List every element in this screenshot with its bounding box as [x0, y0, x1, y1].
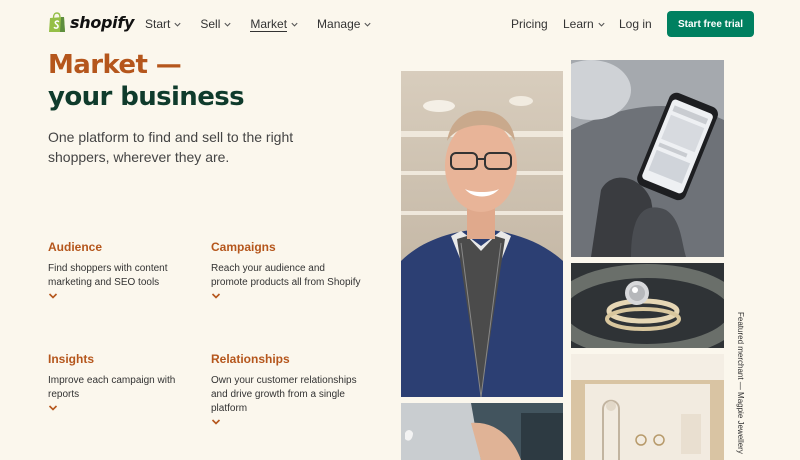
- chevron-down-icon: [224, 22, 231, 27]
- chevron-down-icon: [598, 22, 605, 27]
- chevron-down-icon[interactable]: [211, 292, 221, 300]
- nav-market[interactable]: Market: [250, 16, 299, 32]
- nav-login[interactable]: Log in: [619, 16, 652, 32]
- chevron-down-icon[interactable]: [48, 404, 58, 412]
- nav-start-label: Start: [145, 17, 171, 31]
- feature-insights: Insights Improve each campaign with repo…: [48, 352, 198, 412]
- featured-merchant-caption: Featured merchant — Magpie Jewellery: [735, 312, 745, 460]
- feature-campaigns: Campaigns Reach your audience and promot…: [211, 240, 361, 300]
- nav-learn[interactable]: Learn: [563, 16, 606, 32]
- chevron-down-icon[interactable]: [211, 418, 221, 426]
- feature-title: Insights: [48, 352, 95, 366]
- feature-relationships: Relationships Own your customer relation…: [211, 352, 361, 426]
- chevron-down-icon: [291, 22, 298, 27]
- chevron-down-icon: [364, 22, 372, 27]
- nav-start[interactable]: Start: [145, 16, 182, 32]
- hero-subtitle: One platform to find and sell to the rig…: [48, 129, 294, 165]
- title-line-1: Market —: [48, 50, 182, 80]
- feature-text: Find shoppers with content marketing and…: [48, 263, 168, 288]
- feature-title: Audience: [48, 240, 103, 254]
- chevron-down-icon: [174, 22, 181, 27]
- nav-pricing[interactable]: Pricing: [511, 16, 548, 32]
- nav-login-label: Log in: [619, 17, 652, 31]
- feature-text: Improve each campaign with reports: [48, 375, 176, 400]
- caption-text: Featured merchant — Magpie Jewellery: [736, 312, 745, 454]
- nav-pricing-label: Pricing: [511, 17, 548, 31]
- ring-product-image: [571, 263, 724, 348]
- nav-manage-label: Manage: [317, 17, 361, 31]
- laptop-image: [401, 403, 563, 460]
- shopping-bag-icon: [49, 12, 65, 32]
- nav-learn-label: Learn: [563, 17, 594, 31]
- shopify-logo[interactable]: shopify: [48, 12, 134, 33]
- jewellery-display-image: [571, 354, 724, 460]
- feature-text: Reach your audience and promote products…: [211, 263, 361, 288]
- logo-wordmark: shopify: [70, 13, 135, 32]
- chevron-down-icon[interactable]: [48, 292, 58, 300]
- nav-sell[interactable]: Sell: [200, 16, 232, 32]
- merchant-portrait-image: [401, 71, 563, 397]
- nav-manage[interactable]: Manage: [317, 16, 372, 32]
- feature-audience: Audience Find shoppers with content mark…: [48, 240, 198, 300]
- feature-title: Campaigns: [211, 240, 276, 254]
- site-header: shopify Start Sell Market Manage Pricing…: [0, 0, 800, 48]
- feature-text: Own your customer relationships and driv…: [211, 375, 357, 414]
- phone-in-hand-image: [571, 60, 724, 257]
- page-title: Market — your business: [48, 49, 245, 113]
- nav-market-label: Market: [250, 16, 288, 32]
- title-line-2: your business: [48, 82, 245, 112]
- nav-sell-label: Sell: [200, 17, 221, 31]
- feature-title: Relationships: [211, 352, 290, 366]
- start-free-trial-button[interactable]: Start free trial: [667, 11, 754, 37]
- primary-nav: Start Sell Market Manage: [145, 16, 390, 32]
